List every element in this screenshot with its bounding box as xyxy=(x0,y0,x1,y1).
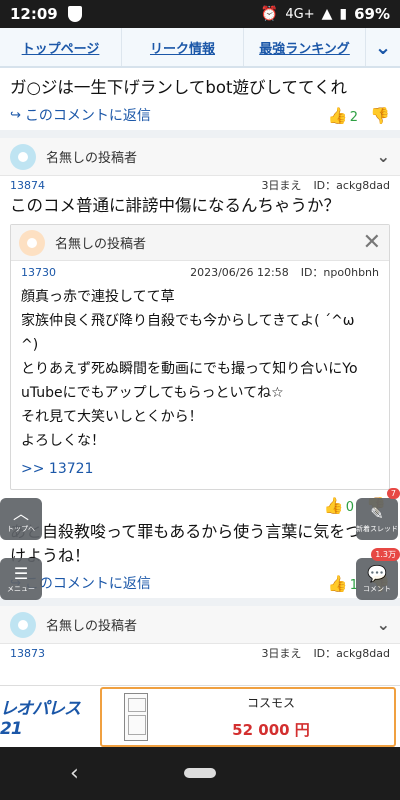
comment-text-continued: あと自殺教唆って罪もあるから使う言葉に気をつ けようね！ xyxy=(0,520,400,568)
alarm-icon: ⏰ xyxy=(260,6,279,22)
ad-price: 52 000 円 xyxy=(232,720,310,739)
signal-icon: ▲ xyxy=(321,6,333,22)
tab-ranking[interactable]: 最強ランキング xyxy=(244,28,366,66)
comment-id: ID：ackg8dad xyxy=(313,647,390,660)
edit-icon: ✎ xyxy=(370,503,384,523)
comment-time: 3日まえ xyxy=(261,647,302,660)
comment-number[interactable]: 13873 xyxy=(10,647,45,660)
upvote-button[interactable]: 👍 0 xyxy=(324,496,354,515)
thumbs-up-icon: 👍 xyxy=(327,105,348,125)
comment-actions: ↪ このコメントに返信 👍 2 👎 xyxy=(0,100,400,130)
poster-name: 名無しの投稿者 xyxy=(55,237,147,252)
quote-datetime: 2023/06/26 12:58 xyxy=(190,266,289,279)
reply-arrow-icon: ↪ xyxy=(10,107,21,123)
comment-button[interactable]: 1.3万 💬 コメント xyxy=(356,548,400,600)
reply-label: このコメントに返信 xyxy=(24,576,151,592)
quote-line: よろしくな！ xyxy=(21,433,105,449)
menu-button[interactable]: ☰ メニュー xyxy=(0,558,42,600)
ad-property-name: コスモス xyxy=(246,695,295,710)
scroll-top-button[interactable]: ︿ トップへ xyxy=(0,498,42,540)
thumbs-up-icon: 👍 xyxy=(323,495,344,515)
anchor-link[interactable]: >> 13721 xyxy=(11,453,389,489)
ad-listing-card[interactable]: コスモス 52 000 円 xyxy=(100,686,396,747)
quote-line: 家族仲良く飛び降り自殺でも今からしてきてよ( ´^ω xyxy=(21,313,355,329)
comment-count-badge: 1.3万 xyxy=(371,548,400,561)
quote-line: uTubeにでもアップしてもらっといてね☆ xyxy=(21,385,284,401)
upvote-button[interactable]: 👍 2 xyxy=(328,106,358,125)
fab-label: トップへ xyxy=(7,524,35,533)
poster-header: 名無しの投稿者 ⌄ xyxy=(0,138,400,176)
comment-actions: ↪ このコメントに返信 👍1 👎 xyxy=(0,568,400,598)
divider xyxy=(0,598,400,606)
poster-header: 名無しの投稿者 ⌄ xyxy=(0,606,400,644)
speech-bubble-icon: 💬 xyxy=(367,563,387,583)
fab-label: コメント xyxy=(363,584,391,593)
home-pill-icon[interactable] xyxy=(184,768,216,778)
quote-line: ^) xyxy=(21,337,39,353)
quote-text: 顔真っ赤で連投してて草 家族仲良く飛び降り自殺でも今からしてきてよ( ´^ω ^… xyxy=(11,283,389,453)
comment-meta: 13874 3日まえ ID：ackg8dad xyxy=(0,176,400,194)
back-icon[interactable]: ‹ xyxy=(70,761,79,786)
quote-number[interactable]: 13730 xyxy=(21,266,56,279)
upvote-count: 2 xyxy=(349,109,359,125)
fab-label: メニュー xyxy=(7,584,35,593)
close-icon[interactable]: ✕ xyxy=(363,230,381,255)
new-thread-badge: 7 xyxy=(386,488,400,499)
upvote-button[interactable]: 👍 1 xyxy=(328,574,358,593)
comment-number[interactable]: 13874 xyxy=(10,179,45,192)
comment-text: このコメ普通に誹謗中傷になるんちゃうか？ xyxy=(10,196,340,215)
status-icons: ⏰ 4G+ ▲ ▮ 69% xyxy=(261,5,390,23)
thumbs-down-icon[interactable]: 👎 xyxy=(370,106,390,125)
avatar xyxy=(10,143,36,170)
ad-logo-text: レオパレス21 xyxy=(0,699,81,739)
menu-icon: ☰ xyxy=(13,563,29,583)
comment-meta: 13873 3日まえ ID：ackg8dad xyxy=(0,644,400,662)
quote-line: それ見て大笑いしとくから！ xyxy=(21,409,203,425)
quote-header: 名無しの投稿者 ✕ xyxy=(11,225,389,261)
upvote-count: 0 xyxy=(345,499,355,515)
divider xyxy=(0,130,400,138)
vote-group: 👍0 👎 xyxy=(0,490,400,520)
poster-name: 名無しの投稿者 xyxy=(46,619,138,634)
battery-percent: 69% xyxy=(354,5,390,23)
network-label: 4G+ xyxy=(285,6,315,22)
quote-line: 顔真っ赤で連投してて草 xyxy=(21,289,175,305)
comment-time: 3日まえ xyxy=(261,179,302,192)
new-thread-button[interactable]: 7 ✎ 新着スレッド xyxy=(356,488,400,540)
chevron-down-icon[interactable]: ⌄ xyxy=(377,147,390,166)
floorplan-image xyxy=(124,692,148,741)
poster-name: 名無しの投稿者 xyxy=(46,151,138,166)
quote-line: とりあえず死ぬ瞬間を動画にでも撮って知り合いにYo xyxy=(21,361,358,377)
shield-icon xyxy=(67,6,82,22)
quote-id: ID：npo0hbnh xyxy=(300,266,379,279)
comment-id: ID：ackg8dad xyxy=(313,179,390,192)
comment-line: けようね！ xyxy=(10,546,91,565)
reply-link[interactable]: ↪ このコメントに返信 xyxy=(10,105,151,125)
chevron-down-icon[interactable]: ⌄ xyxy=(377,615,390,634)
tab-top-page[interactable]: トップページ xyxy=(0,28,122,66)
status-time: 12:09 xyxy=(10,5,58,23)
battery-icon: ▮ xyxy=(339,6,348,22)
avatar xyxy=(10,611,36,638)
comment-line: あと自殺教唆って罪もあるから使う言葉に気をつ xyxy=(10,522,362,541)
thumbs-up-icon: 👍 xyxy=(327,573,348,593)
reply-label: このコメントに返信 xyxy=(24,108,151,124)
fab-label: 新着スレッド xyxy=(356,524,398,533)
avatar xyxy=(19,229,45,256)
vote-group: 👍 2 👎 xyxy=(328,106,390,125)
status-bar: 12:09 ⏰ 4G+ ▲ ▮ 69% xyxy=(0,0,400,28)
quoted-comment: 名無しの投稿者 ✕ 13730 2023/06/26 12:58 ID：npo0h… xyxy=(10,224,390,490)
ad-logo: レオパレス21 xyxy=(0,694,100,739)
quote-meta: 13730 2023/06/26 12:58 ID：npo0hbnh xyxy=(11,261,389,283)
chevron-up-icon: ︿ xyxy=(12,503,29,523)
top-nav: トップページ リーク情報 最強ランキング ⌄ xyxy=(0,28,400,68)
chevron-down-icon[interactable]: ⌄ xyxy=(366,28,400,66)
ad-banner[interactable]: レオパレス21 コスモス 52 000 円 xyxy=(0,685,400,747)
tab-leak-info[interactable]: リーク情報 xyxy=(122,28,244,66)
comment-text: ガ○ジは一生下げランしてbot遊びしててくれ xyxy=(10,78,347,97)
system-nav-bar: ‹ xyxy=(0,747,400,800)
comment-feed[interactable]: ガ○ジは一生下げランしてbot遊びしててくれ ↪ このコメントに返信 👍 2 👎 … xyxy=(0,68,400,685)
